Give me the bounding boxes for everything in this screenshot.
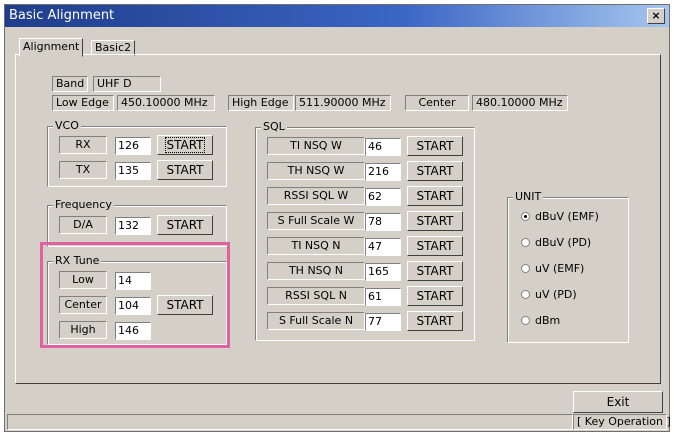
unit-radio-label: uV (EMF): [535, 262, 585, 275]
radio-button-icon: [521, 316, 530, 325]
close-button[interactable]: ×: [647, 8, 665, 24]
radio-button-icon: [521, 212, 530, 221]
sql-row-label: RSSI SQL N: [267, 287, 365, 305]
sql-row-value[interactable]: 216: [365, 163, 401, 181]
sql-row-start-button[interactable]: START: [407, 311, 463, 331]
vco-tx-label: TX: [59, 161, 107, 179]
sql-row-start-button[interactable]: START: [407, 186, 463, 206]
sql-row-start-button[interactable]: START: [407, 236, 463, 256]
unit-radio-option[interactable]: dBuV (PD): [521, 236, 591, 250]
sql-group: [255, 127, 475, 341]
low-edge-label: Low Edge: [52, 95, 114, 111]
sql-row-value[interactable]: 46: [365, 138, 401, 156]
unit-radio-option[interactable]: dBm: [521, 314, 560, 328]
unit-radio-option[interactable]: dBuV (EMF): [521, 210, 599, 224]
low-edge-value: 450.10000 MHz: [117, 95, 215, 111]
unit-legend: UNIT: [513, 190, 544, 203]
unit-radio-label: dBuV (PD): [535, 236, 592, 249]
sql-row-label: S Full Scale N: [267, 312, 365, 330]
vco-rx-start-button[interactable]: START: [157, 135, 213, 155]
sql-row-label: TI NSQ N: [267, 237, 365, 255]
high-edge-label: High Edge: [228, 95, 294, 111]
vco-rx-label: RX: [59, 136, 107, 154]
sql-row-label: TH NSQ W: [267, 162, 365, 180]
frequency-da-label: D/A: [59, 216, 107, 234]
status-mode: [ Key Operation ]: [573, 414, 671, 430]
tab-alignment[interactable]: Alignment: [19, 38, 84, 57]
sql-row-start-button[interactable]: START: [407, 136, 463, 156]
unit-radio-label: uV (PD): [535, 288, 577, 301]
sql-row-value[interactable]: 61: [365, 288, 401, 306]
center-label: Center: [405, 95, 469, 111]
window-title: Basic Alignment: [9, 8, 115, 23]
rx-tune-highlight-frame: [40, 242, 230, 348]
sql-row-label: RSSI SQL W: [267, 187, 365, 205]
title-bar: Basic Alignment ×: [5, 5, 669, 27]
radio-button-icon: [521, 238, 530, 247]
vco-legend: VCO: [53, 119, 81, 132]
high-edge-value: 511.90000 MHz: [295, 95, 391, 111]
sql-row-value[interactable]: 78: [365, 213, 401, 231]
unit-radio-option[interactable]: uV (PD): [521, 288, 577, 302]
status-pane-main: [7, 414, 573, 430]
sql-row-value[interactable]: 77: [365, 313, 401, 331]
sql-row-value[interactable]: 47: [365, 238, 401, 256]
radio-button-icon: [521, 290, 530, 299]
sql-row-start-button[interactable]: START: [407, 211, 463, 231]
vco-tx-start-button[interactable]: START: [157, 160, 213, 180]
frequency-start-button[interactable]: START: [157, 215, 213, 235]
frequency-legend: Frequency: [53, 198, 114, 211]
sql-row-value[interactable]: 165: [365, 263, 401, 281]
unit-radio-label: dBm: [535, 314, 561, 327]
frequency-da-value[interactable]: 132: [115, 217, 151, 235]
vco-rx-start-label: START: [165, 137, 205, 153]
sql-row-label: TH NSQ N: [267, 262, 365, 280]
unit-radio-option[interactable]: uV (EMF): [521, 262, 584, 276]
sql-row-label: TI NSQ W: [267, 137, 365, 155]
sql-legend: SQL: [261, 120, 287, 133]
center-value: 480.10000 MHz: [472, 95, 568, 111]
unit-radio-label: dBuV (EMF): [535, 210, 599, 223]
radio-button-icon: [521, 264, 530, 273]
sql-row-start-button[interactable]: START: [407, 286, 463, 306]
band-label: Band: [52, 76, 88, 92]
status-bar: [ Key Operation ]: [5, 413, 671, 431]
sql-row-start-button[interactable]: START: [407, 161, 463, 181]
sql-row-value[interactable]: 62: [365, 188, 401, 206]
sql-row-label: S Full Scale W: [267, 212, 365, 230]
vco-rx-value[interactable]: 126: [115, 137, 151, 155]
vco-tx-value[interactable]: 135: [115, 162, 151, 180]
sql-row-start-button[interactable]: START: [407, 261, 463, 281]
basic-alignment-window: Basic Alignment × Alignment Basic2 Band …: [4, 4, 671, 432]
band-value: UHF D: [93, 76, 161, 92]
exit-button[interactable]: Exit: [573, 391, 663, 413]
